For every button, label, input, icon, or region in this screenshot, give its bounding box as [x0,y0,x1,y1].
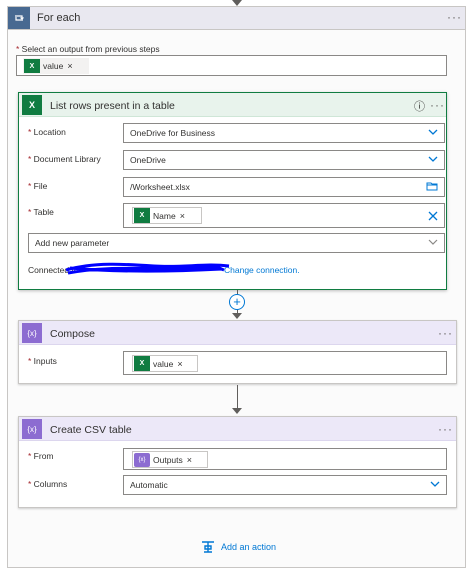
clear-icon[interactable] [428,211,438,221]
foreach-title: For each [37,12,81,24]
library-label: * Document Library [28,154,101,164]
library-label-text: Document Library [33,154,101,164]
value-token[interactable]: X value × [132,355,198,372]
redaction-scribble [65,262,230,275]
excel-icon: X [134,208,150,223]
excel-icon: X [24,59,40,73]
library-dropdown[interactable]: OneDrive [123,150,445,170]
library-value: OneDrive [130,155,166,165]
add-action-icon [202,541,214,553]
chevron-down-icon [428,129,438,135]
select-output-label: * Select an output from previous steps [16,44,160,54]
add-parameter-dropdown[interactable]: Add new parameter [28,233,445,253]
name-token-label: Name [153,210,176,221]
columns-value: Automatic [130,480,168,490]
table-field[interactable]: X Name × [123,203,445,228]
outputs-token[interactable]: {x} Outputs × [132,451,208,468]
connector-arrow [232,313,242,319]
value-token-label: value [43,61,64,71]
file-value: /Worksheet.xlsx [130,182,190,192]
add-action-button[interactable]: Add an action [200,539,276,555]
select-output-label-text: Select an output from previous steps [21,44,160,54]
expression-icon: {x} [134,452,150,467]
select-output-field[interactable]: X value × [16,55,447,76]
from-label-text: From [33,451,54,461]
value-token[interactable]: X value × [23,58,89,74]
location-label: * Location [28,127,66,137]
compose-menu-button[interactable]: ··· [438,326,453,340]
columns-label: * Columns [28,479,68,489]
location-label-text: Location [33,127,66,137]
remove-token-icon[interactable]: × [180,211,185,221]
table-label: * Table [28,207,54,217]
csv-menu-button[interactable]: ··· [438,422,453,436]
change-connection-link[interactable]: Change connection. [224,265,300,275]
list-rows-title: List rows present in a table [50,100,175,112]
inputs-label: * Inputs [28,356,57,366]
location-value: OneDrive for Business [130,128,216,138]
columns-label-text: Columns [33,479,68,489]
chevron-down-icon [428,239,438,245]
value-token-label: value [153,358,174,369]
from-label: * From [28,451,54,461]
folder-icon[interactable] [426,181,438,191]
chevron-down-icon [430,481,440,487]
outputs-token-label: Outputs [153,454,183,465]
table-label-text: Table [33,207,54,217]
columns-dropdown[interactable]: Automatic [123,475,447,495]
excel-icon: X [134,356,150,371]
expression-icon: {x} [22,323,42,343]
add-parameter-label: Add new parameter [35,238,110,248]
remove-token-icon[interactable]: × [177,359,182,369]
file-label: * File [28,181,48,191]
name-token[interactable]: X Name × [132,207,202,224]
from-field[interactable]: {x} Outputs × [123,448,447,470]
info-icon[interactable]: ⓘ [414,98,425,114]
file-label-text: File [33,181,48,191]
connector-arrow [232,408,242,414]
excel-icon: X [22,95,42,115]
expression-icon: {x} [22,419,42,439]
insert-step-button[interactable]: + [229,294,245,310]
compose-title: Compose [50,328,95,340]
remove-token-icon[interactable]: × [187,455,192,465]
remove-token-icon[interactable]: × [67,61,72,71]
list-rows-menu-button[interactable]: ··· [430,98,445,112]
location-dropdown[interactable]: OneDrive for Business [123,123,445,143]
file-picker[interactable]: /Worksheet.xlsx [123,177,445,197]
foreach-menu-button[interactable]: ··· [447,10,462,24]
csv-title: Create CSV table [50,424,132,436]
chevron-down-icon [428,156,438,162]
add-action-label: Add an action [221,542,277,552]
inputs-field[interactable]: X value × [123,351,447,375]
inputs-label-text: Inputs [33,356,57,366]
loop-icon [8,7,30,29]
